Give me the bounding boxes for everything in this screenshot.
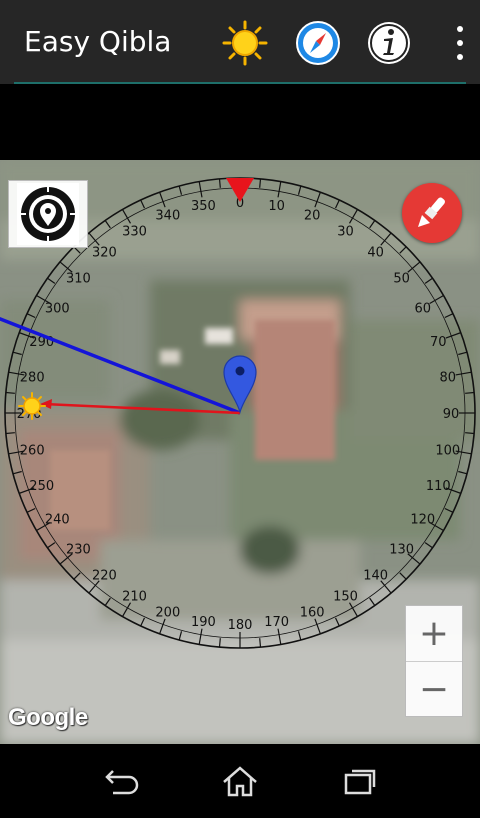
compass-tick-label: 310 <box>66 271 91 286</box>
paint-brush-button[interactable] <box>390 180 472 250</box>
compass-tick-label: 300 <box>45 302 70 317</box>
compass-tick-label: 80 <box>440 370 457 385</box>
zoom-control: + − <box>405 605 463 717</box>
app-bar: Easy Qibla <box>0 0 480 84</box>
sun-icon[interactable] <box>222 20 268 66</box>
back-icon[interactable] <box>96 760 146 802</box>
compass-tick-label: 140 <box>363 569 388 584</box>
my-location-button[interactable] <box>8 180 88 248</box>
compass-tick <box>465 391 475 394</box>
compass-tick-label: 180 <box>228 618 253 633</box>
compass-tick-label: 340 <box>155 209 180 224</box>
compass-tick-label: 350 <box>191 199 216 214</box>
compass-tick <box>5 432 15 435</box>
compass-tick-label: 200 <box>155 605 180 620</box>
compass-tick-label: 330 <box>122 224 147 239</box>
app-title: Easy Qibla <box>24 25 172 58</box>
compass-tick-label: 30 <box>337 224 354 239</box>
compass-tick-label: 100 <box>435 444 460 459</box>
compass-tick <box>5 391 15 394</box>
compass-tick-label: 280 <box>20 370 45 385</box>
compass-tick-label: 170 <box>264 615 289 630</box>
info-icon[interactable] <box>366 20 412 66</box>
compass-tick-label: 150 <box>333 590 358 605</box>
compass-tick-label: 230 <box>66 543 91 558</box>
home-icon[interactable] <box>215 760 265 802</box>
top-spacer <box>0 84 480 160</box>
compass-icon[interactable] <box>295 20 341 66</box>
compass-tick-label: 160 <box>300 605 325 620</box>
overflow-menu-icon[interactable] <box>452 26 468 60</box>
compass-tick <box>218 178 221 188</box>
zoom-out-button[interactable]: − <box>406 662 462 717</box>
compass-tick-label: 70 <box>430 335 447 350</box>
compass-tick-label: 260 <box>20 444 45 459</box>
compass-tick-label: 210 <box>122 590 147 605</box>
compass-tick-label: 110 <box>426 479 451 494</box>
location-target-icon <box>17 183 79 245</box>
compass-tick-label: 120 <box>410 513 435 528</box>
paint-brush-icon <box>402 183 462 243</box>
compass-tick <box>259 178 262 188</box>
system-nav-bar <box>0 744 480 818</box>
compass-tick-label: 40 <box>367 245 384 260</box>
compass-tick-label: 10 <box>268 199 285 214</box>
google-attribution: Google <box>8 704 88 731</box>
sun-position-icon <box>18 392 46 420</box>
zoom-in-button[interactable]: + <box>406 606 462 662</box>
compass-tick-label: 130 <box>389 543 414 558</box>
compass-tick-label: 320 <box>92 245 117 260</box>
compass-tick-label: 220 <box>92 569 117 584</box>
compass-tick-label: 240 <box>45 513 70 528</box>
compass-tick <box>259 638 262 648</box>
compass-tick <box>465 432 475 435</box>
compass-tick <box>218 638 221 648</box>
compass-tick-label: 190 <box>191 615 216 630</box>
compass-tick-label: 20 <box>304 209 321 224</box>
compass-tick-label: 50 <box>393 271 410 286</box>
compass-tick-label: 90 <box>443 407 460 422</box>
compass-tick-label: 250 <box>29 479 54 494</box>
recent-apps-icon[interactable] <box>335 760 385 802</box>
compass-tick-label: 60 <box>414 302 431 317</box>
